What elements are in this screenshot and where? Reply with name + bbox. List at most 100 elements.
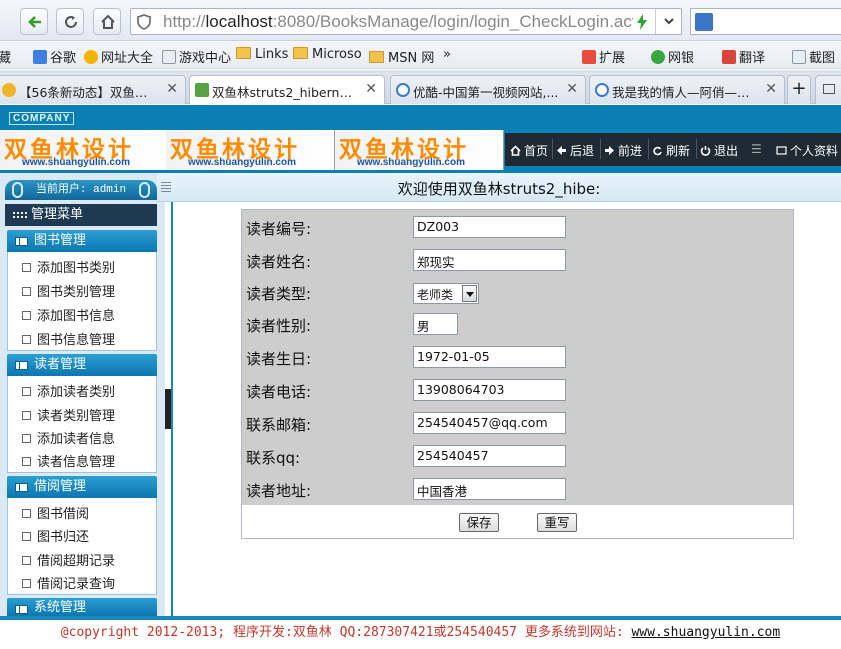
- reader-id-input[interactable]: DZ003: [413, 216, 566, 238]
- menu-group-borrow[interactable]: 借阅管理: [7, 476, 157, 498]
- browser-tab-active[interactable]: 双鱼林struts2_hibernate... ✕: [189, 75, 385, 104]
- back-button[interactable]: [20, 8, 48, 35]
- new-tab-button[interactable]: +: [787, 75, 811, 104]
- bookmarks-overflow-button[interactable]: »: [443, 47, 451, 62]
- chevron-down-icon: [462, 285, 477, 302]
- banner-logo: 双鱼林设计 www.shuangyulin.com: [335, 130, 504, 170]
- reader-qq-input[interactable]: 254540457: [413, 445, 566, 467]
- menu-item[interactable]: 图书借阅: [22, 503, 89, 522]
- menu-item[interactable]: 添加图书信息: [22, 305, 115, 324]
- tab-favicon-icon: [2, 83, 16, 97]
- bookmark-item[interactable]: 谷歌: [33, 47, 76, 66]
- reader-name-input[interactable]: 郑现实: [413, 249, 566, 271]
- footer-text: @copyright 2012-2013; 程序开发:双鱼林 QQ:287307…: [60, 625, 632, 640]
- bullet-icon: [22, 311, 31, 320]
- home-button[interactable]: [93, 8, 121, 35]
- power-icon: [700, 146, 711, 156]
- nav-home-link[interactable]: 首页: [510, 142, 548, 159]
- menu-item[interactable]: 添加读者信息: [22, 428, 115, 447]
- reader-phone-input[interactable]: 13908064703: [413, 379, 566, 401]
- reader-email-input[interactable]: 254540457@qq.com: [413, 412, 566, 434]
- menu-item[interactable]: 图书归还: [22, 526, 89, 545]
- bank-button[interactable]: 网银: [651, 47, 694, 66]
- bookmark-item[interactable]: 网址大全: [84, 47, 153, 66]
- close-tab-icon[interactable]: ✕: [166, 81, 178, 97]
- tab-strip: 【56条新动态】双鱼林的... ✕ 双鱼林struts2_hibernate...…: [0, 70, 841, 104]
- sidebar-toggle[interactable]: [165, 389, 171, 429]
- top-nav: 首页 后退 前进 刷新 退出 ☰ 个人资料: [505, 133, 841, 166]
- reader-type-select[interactable]: 老师类: [413, 283, 479, 304]
- bookmark-folder[interactable]: MSN 网: [369, 47, 434, 66]
- menu-item[interactable]: 借阅超期记录: [22, 550, 115, 569]
- bookmarks-bar: 藏 谷歌 网址大全 游戏中心 Links Microso MSN 网 » 扩展 …: [0, 41, 841, 69]
- bookmark-item[interactable]: 游戏中心: [162, 47, 231, 66]
- menu-group-books[interactable]: 图书管理: [7, 230, 157, 252]
- scissors-icon: [792, 50, 806, 64]
- menu-item[interactable]: 图书信息管理: [22, 329, 115, 348]
- bullet-icon: [22, 556, 31, 565]
- reader-address-input[interactable]: 中国香港: [413, 478, 566, 500]
- menu-item[interactable]: 添加图书类别: [22, 257, 115, 276]
- panel-icon: [15, 361, 28, 370]
- menu-title: 管理菜单: [5, 204, 157, 226]
- nav-logout-link[interactable]: 退出: [700, 142, 738, 159]
- close-tab-icon[interactable]: ✕: [365, 81, 377, 97]
- refresh-button[interactable]: [56, 8, 84, 35]
- bookmark-folder[interactable]: Links: [236, 47, 288, 62]
- right-arrow-icon: [605, 146, 614, 155]
- bookmark-folder[interactable]: Microso: [293, 47, 362, 62]
- menu-group-books-body: 添加图书类别 图书类别管理 添加图书信息 图书信息管理: [7, 252, 157, 351]
- footer-divider: [0, 616, 841, 620]
- nav-back-link[interactable]: 后退: [556, 142, 594, 159]
- menu-item[interactable]: 图书类别管理: [22, 281, 115, 300]
- panel-icon: [15, 605, 28, 614]
- bullet-icon: [22, 263, 31, 272]
- reader-form: 读者编号: DZ003 读者姓名: 郑现实 读者类型: 老师类 读者性别: 男 …: [241, 209, 794, 539]
- translate-button[interactable]: 翻译: [722, 47, 765, 66]
- tab-list-button[interactable]: [815, 75, 841, 104]
- close-tab-icon[interactable]: ✕: [765, 81, 777, 97]
- search-box[interactable]: [690, 8, 841, 35]
- extensions-button[interactable]: 扩展: [582, 47, 625, 66]
- screenshot-button[interactable]: 截图: [792, 47, 835, 66]
- nav-refresh-link[interactable]: 刷新: [652, 142, 690, 159]
- navigation-icon: [84, 50, 98, 64]
- menu-group-system[interactable]: 系统管理: [7, 598, 157, 616]
- menu-item[interactable]: 读者类别管理: [22, 405, 115, 424]
- content-title-bar: 欢迎使用双鱼林struts2_hibe:: [157, 173, 841, 202]
- company-logo: COMPANY: [9, 112, 75, 125]
- field-label: 联系邮箱:: [246, 416, 312, 434]
- menu-group-readers[interactable]: 读者管理: [7, 354, 157, 376]
- save-button[interactable]: 保存: [459, 513, 499, 532]
- reader-gender-input[interactable]: 男: [413, 313, 458, 335]
- browser-tab[interactable]: 我是我的情人—阿俏—音... ✕: [589, 75, 785, 104]
- tab-favicon-icon: [595, 83, 609, 97]
- footer-site-link[interactable]: www.shuangyulin.com: [631, 625, 780, 640]
- browser-tab[interactable]: 【56条新动态】双鱼林的... ✕: [0, 75, 186, 104]
- close-tab-icon[interactable]: ✕: [566, 81, 578, 97]
- address-bar[interactable]: http://localhost:8080/BooksManage/login/…: [130, 8, 682, 35]
- ring-icon: [139, 182, 150, 198]
- menu-item[interactable]: 读者信息管理: [22, 451, 115, 470]
- menu-item[interactable]: 借阅记录查询: [22, 573, 115, 592]
- menu-group-borrow-body: 图书借阅 图书归还 借阅超期记录 借阅记录查询: [7, 498, 157, 595]
- lightning-icon[interactable]: [637, 14, 647, 30]
- nav-forward-link[interactable]: 前进: [604, 142, 642, 159]
- welcome-title: 欢迎使用双鱼林struts2_hibe:: [397, 180, 601, 198]
- bookmark-item[interactable]: 藏: [0, 47, 11, 66]
- folder-icon: [369, 51, 384, 63]
- search-engine-icon[interactable]: [695, 13, 713, 31]
- url-dropdown-button[interactable]: [655, 9, 681, 34]
- bank-icon: [651, 50, 665, 64]
- browser-tab[interactable]: 优酷-中国第一视频网站,... ✕: [390, 75, 586, 104]
- menu-item[interactable]: 添加读者类别: [22, 381, 115, 400]
- translate-icon: [722, 50, 736, 64]
- field-label: 读者编号:: [246, 220, 312, 238]
- bullet-icon: [22, 287, 31, 296]
- reset-button[interactable]: 重写: [537, 513, 577, 532]
- field-label: 读者生日:: [246, 350, 312, 368]
- url-text: http://localhost:8080/BooksManage/login/…: [163, 12, 633, 31]
- reader-birthday-input[interactable]: 1972-01-05: [413, 346, 566, 368]
- bullet-icon: [22, 457, 31, 466]
- nav-profile-link[interactable]: 个人资料: [776, 142, 838, 159]
